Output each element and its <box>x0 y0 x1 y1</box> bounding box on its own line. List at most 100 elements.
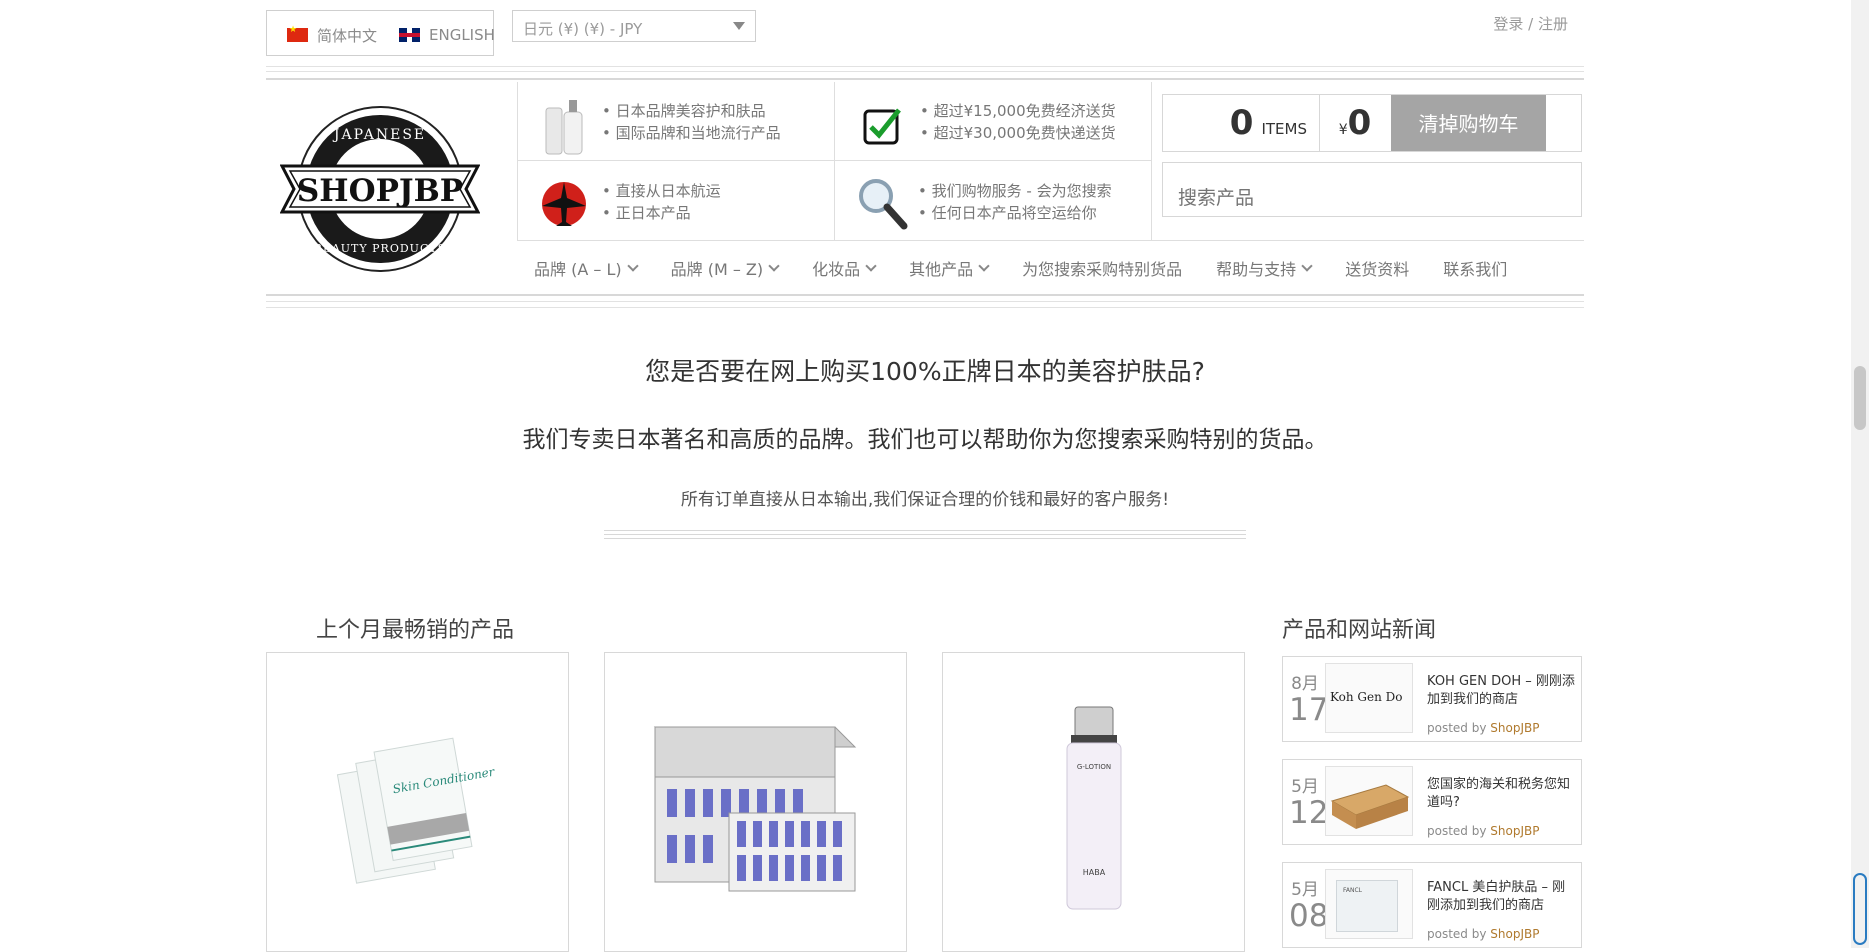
news-thumbnail[interactable]: Koh Gen Do <box>1325 663 1413 733</box>
header-rule <box>266 301 1584 302</box>
feature-line: • 超过¥30,000免费快递送货 <box>920 124 1116 142</box>
language-switcher: 简体中文 ENGLISH <box>266 10 495 56</box>
product-search-input[interactable] <box>1162 162 1582 217</box>
hero-tagline: 所有订单直接从日本输出,我们保证合理的价钱和最好的客户服务! <box>680 490 1170 510</box>
account-links: 登录 / 注册 <box>1493 13 1568 34</box>
news-author-link[interactable]: ShopJBP <box>1490 824 1539 838</box>
language-chinese[interactable]: 简体中文 <box>287 24 377 46</box>
news-title: 产品和网站新闻 <box>1282 618 1437 643</box>
nav-brands-a-l[interactable]: 品牌 (A – L) <box>534 256 639 280</box>
chevron-down-icon <box>626 259 639 272</box>
grid-divider <box>834 82 835 240</box>
news-day: 17 <box>1289 692 1329 728</box>
nav-help-support[interactable]: 帮助与支持 <box>1216 256 1313 280</box>
cart-total-value: 0 <box>1347 103 1372 143</box>
skincare-bottles-icon <box>545 100 583 155</box>
news-item[interactable]: 5月 12 您国家的海关和税务您知道吗? posted by ShopJBP <box>1282 759 1582 845</box>
feature-ship-from-japan: • 直接从日本航运 • 正日本产品 <box>602 180 721 224</box>
header-rule <box>266 78 1584 80</box>
grid-divider <box>517 82 518 240</box>
nav-shipping-info[interactable]: 送货资料 <box>1345 256 1409 280</box>
feature-japanese-brands: • 日本品牌美容护和肤品 • 国际品牌和当地流行产品 <box>602 100 781 144</box>
nav-other-products[interactable]: 其他产品 <box>909 256 990 280</box>
cart-count-value: 0 <box>1229 103 1254 143</box>
news-month: 5月 <box>1291 880 1319 900</box>
news-headline[interactable]: KOH GEN DOH – 刚刚添加到我们的商店 <box>1427 673 1577 709</box>
feature-line: • 国际品牌和当地流行产品 <box>602 124 781 142</box>
news-thumbnail[interactable]: FANCL <box>1325 869 1413 939</box>
cart-currency-symbol: ¥ <box>1338 122 1348 138</box>
nav-label: 品牌 (M – Z) <box>670 260 764 279</box>
nav-label: 联系我们 <box>1443 260 1508 279</box>
nav-contact-us[interactable]: 联系我们 <box>1443 256 1507 280</box>
scrollbar-thumb[interactable] <box>1854 366 1866 430</box>
site-logo[interactable]: SHOPJBP JAPANESE BEAUTY PRODUCTS <box>266 82 516 294</box>
logo-name: SHOPJBP <box>297 173 463 209</box>
cart-total[interactable]: ¥0 <box>1320 95 1390 151</box>
news-meta: posted by ShopJBP <box>1427 824 1539 838</box>
currency-value: 日元 (¥) (¥) - JPY <box>523 20 643 38</box>
product-label: HABA <box>1083 868 1106 877</box>
cart-item-count[interactable]: 0 ITEMS <box>1163 95 1320 151</box>
news-date: 5月 12 <box>1289 772 1329 831</box>
news-headline[interactable]: 您国家的海关和税务您知道吗? <box>1427 776 1577 812</box>
news-item[interactable]: 5月 08 FANCL FANCL 美白护肤品 – 刚刚添加到我们的商店 pos… <box>1282 862 1582 948</box>
nav-cosmetics[interactable]: 化妆品 <box>812 256 877 280</box>
feature-shopping-service: • 我们购物服务 - 会为您搜索 • 任何日本产品将空运给你 <box>918 180 1112 224</box>
news-author-link[interactable]: ShopJBP <box>1490 721 1539 735</box>
page-scrollbar[interactable] <box>1851 0 1869 948</box>
product-label: G-LOTION <box>1077 763 1111 771</box>
clear-cart-button[interactable]: 清掉购物车 <box>1391 95 1546 151</box>
grid-divider <box>1151 82 1152 240</box>
news-author-link[interactable]: ShopJBP <box>1490 927 1539 941</box>
feature-line: • 任何日本产品将空运给你 <box>918 204 1097 222</box>
nav-label: 帮助与支持 <box>1216 260 1297 279</box>
chevron-down-icon <box>768 259 780 272</box>
hero-headline: 您是否要在网上购买100%正牌日本的美容护肤品? <box>645 357 1205 386</box>
language-english[interactable]: ENGLISH <box>399 24 495 46</box>
airplane-icon <box>542 182 586 226</box>
product-image: G-LOTION HABA <box>1066 706 1122 910</box>
language-english-label: ENGLISH <box>429 26 495 44</box>
feature-line: • 我们购物服务 - 会为您搜索 <box>918 182 1112 200</box>
feature-line: • 日本品牌美容护和肤品 <box>602 102 766 120</box>
news-thumbnail-text: FANCL <box>1343 887 1363 894</box>
feature-line: • 正日本产品 <box>602 204 691 222</box>
checkbox-checked-icon <box>863 108 901 145</box>
header-rule <box>266 66 1584 67</box>
nav-label: 品牌 (A – L) <box>534 260 622 279</box>
news-thumbnail[interactable] <box>1325 766 1413 836</box>
product-image: Skin Conditioner <box>336 737 497 884</box>
hero-divider <box>604 534 1246 535</box>
chevron-down-icon <box>1301 259 1313 272</box>
magnifier-icon <box>859 179 908 230</box>
nav-brands-m-z[interactable]: 品牌 (M – Z) <box>670 256 780 280</box>
product-card[interactable]: Skin Conditioner <box>266 652 569 952</box>
scroll-indicator[interactable] <box>1853 873 1867 945</box>
register-link[interactable]: 注册 <box>1538 15 1568 33</box>
grid-divider <box>517 240 1584 241</box>
account-separator: / <box>1528 15 1534 33</box>
shopjbp-logo-icon: SHOPJBP JAPANESE BEAUTY PRODUCTS <box>280 106 480 272</box>
main-nav: 品牌 (A – L) 品牌 (M – Z) 化妆品 其他产品 为您搜索采购特别货… <box>534 256 1507 280</box>
news-day: 12 <box>1289 795 1329 831</box>
news-month: 5月 <box>1291 777 1319 797</box>
caret-down-icon <box>733 22 745 30</box>
header-rule <box>266 294 1584 296</box>
header-rule <box>266 71 1584 72</box>
product-card[interactable]: G-LOTION HABA <box>942 652 1245 952</box>
currency-select[interactable]: 日元 (¥) (¥) - JPY <box>512 10 756 42</box>
chevron-down-icon <box>865 259 877 272</box>
fancl-package-image: FANCL <box>1336 880 1398 932</box>
nav-label: 为您搜索采购特别货品 <box>1022 260 1183 279</box>
news-item[interactable]: 8月 17 Koh Gen Do KOH GEN DOH – 刚刚添加到我们的商… <box>1282 656 1582 742</box>
news-headline[interactable]: FANCL 美白护肤品 – 刚刚添加到我们的商店 <box>1427 879 1577 915</box>
bestsellers-title: 上个月最畅销的产品 <box>316 618 515 643</box>
grid-divider <box>517 160 1151 161</box>
product-card[interactable] <box>604 652 907 952</box>
login-link[interactable]: 登录 <box>1493 15 1523 33</box>
nav-label: 化妆品 <box>812 260 861 279</box>
feature-line: • 直接从日本航运 <box>602 182 721 200</box>
news-thumbnail-text: Koh Gen Do <box>1330 690 1403 704</box>
nav-special-search[interactable]: 为您搜索采购特别货品 <box>1022 256 1182 280</box>
